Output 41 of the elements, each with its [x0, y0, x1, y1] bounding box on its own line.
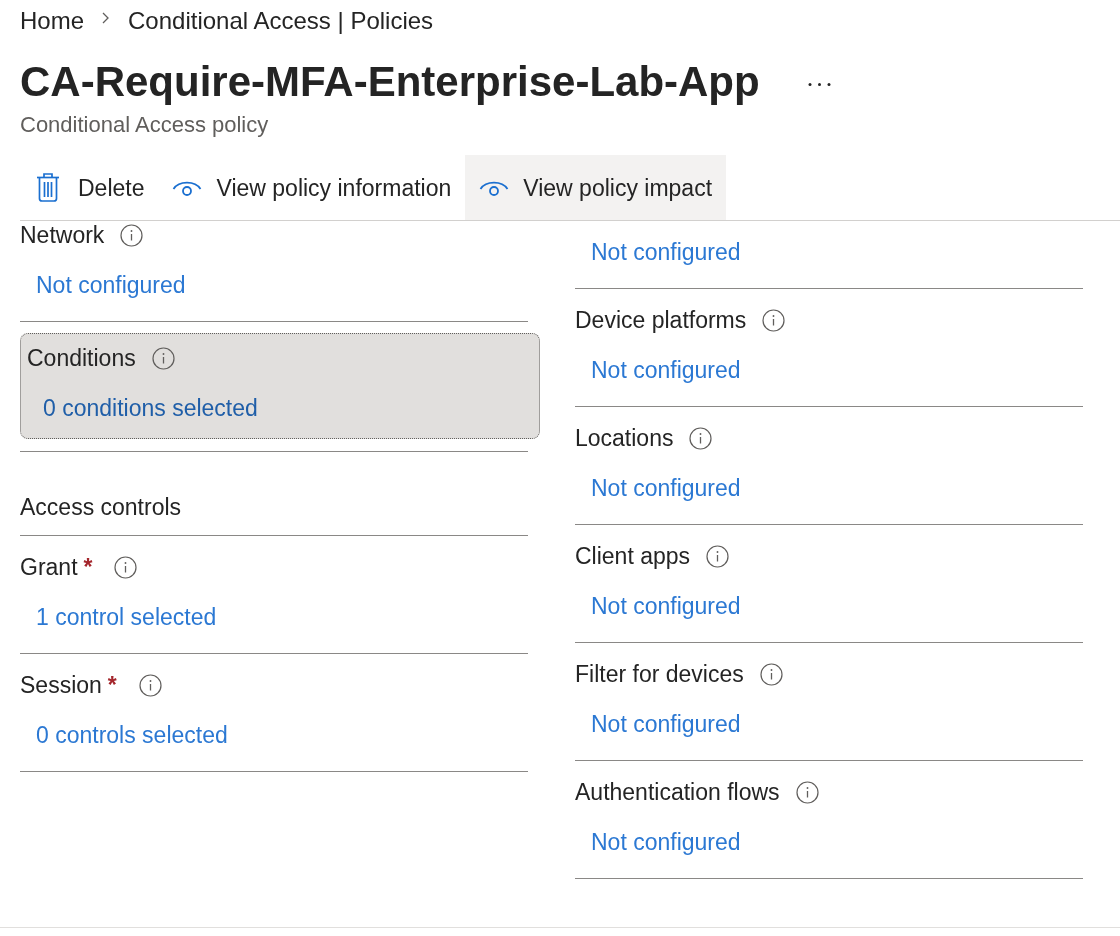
info-icon[interactable] — [114, 555, 138, 579]
trash-icon — [36, 173, 60, 202]
field-label: Device platforms — [575, 306, 747, 334]
required-mark: * — [107, 671, 117, 699]
info-icon[interactable] — [120, 223, 144, 247]
setting-link[interactable]: Not configured — [591, 356, 741, 384]
field-label: Network — [20, 221, 105, 249]
setting-link[interactable]: 1 control selected — [36, 603, 217, 631]
field-label: Filter for devices — [575, 660, 744, 688]
breadcrumb-link[interactable]: Conditional Access | Policies — [128, 6, 434, 36]
toolbar-button[interactable]: View policy impact — [465, 155, 727, 220]
breadcrumb-link[interactable]: Home — [20, 6, 85, 36]
field-label: Authentication flows — [575, 778, 780, 806]
field-label: Locations — [575, 424, 674, 452]
info-icon[interactable] — [706, 544, 730, 568]
section-heading: Access controls — [20, 494, 182, 520]
setting-link[interactable]: 0 conditions selected — [43, 394, 258, 422]
field-label: Grant — [20, 553, 78, 581]
info-icon[interactable] — [759, 662, 783, 686]
setting-link[interactable]: Not configured — [591, 710, 741, 738]
setting-link[interactable]: 0 controls selected — [36, 721, 228, 749]
toolbar-button[interactable]: Delete — [22, 155, 159, 220]
setting-link[interactable]: Not configured — [591, 828, 741, 856]
setting-link[interactable]: Not configured — [591, 592, 741, 620]
info-icon[interactable] — [795, 780, 819, 804]
chevron-icon — [102, 12, 111, 24]
field-label: Client apps — [575, 542, 691, 570]
toolbar-button[interactable]: View policy information — [158, 155, 466, 220]
info-icon[interactable] — [138, 673, 162, 697]
page-subtitle: Conditional Access policy — [20, 111, 269, 139]
setting-link[interactable]: Not configured — [591, 474, 741, 502]
field-label: Conditions — [27, 344, 136, 372]
field-label: Session — [20, 671, 102, 699]
required-mark: * — [83, 553, 93, 581]
info-icon[interactable] — [689, 426, 713, 450]
more-icon[interactable] — [807, 81, 831, 87]
setting-link[interactable]: Not configured — [36, 271, 186, 299]
setting-link[interactable]: Not configured — [591, 238, 741, 266]
info-icon[interactable] — [151, 346, 175, 370]
info-icon[interactable] — [762, 308, 786, 332]
page-title: CA-Require-MFA-Enterprise-Lab-App — [20, 57, 760, 107]
